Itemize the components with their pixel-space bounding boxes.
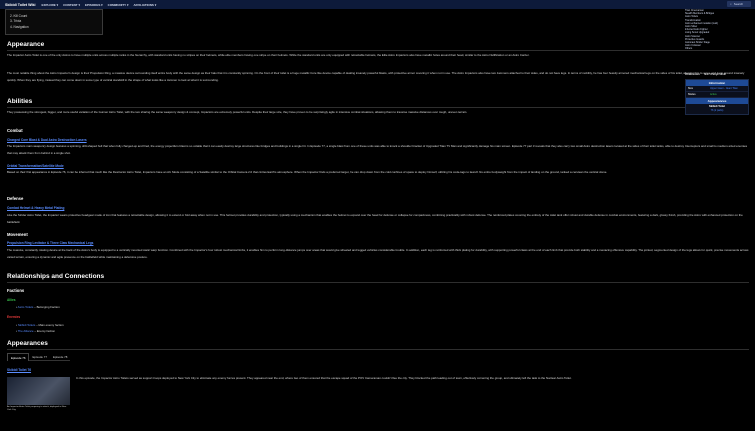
sidebar-tabs: Weaknesses Skin Change Mode [683,73,755,76]
image-caption: An Impactor Astro Toilet preparing to at… [7,406,67,411]
ally-relation: – Belonging Faction [33,305,60,309]
list-item: • The Alliance – Enemy faction [16,328,56,333]
section-heading-relationships: Relationships and Connections [7,273,105,280]
right-sidebar: Titan Cinemaman Stealth Members & Bridge… [683,9,755,431]
enemy-link[interactable]: Skibidi Toilets [18,323,35,327]
paragraph: The Impactors main weaponry design featu… [7,144,748,155]
top-navigation-bar: Skibidi Toilet Wiki EXPLORE ▾ CONTENT ▾ … [0,0,755,9]
paragraph: They possessing the strongest, bigger, a… [7,110,468,114]
sidebar-link-list: Titan Cinemaman Stealth Members & Bridge… [685,9,751,51]
divider [7,50,749,51]
heading-orbital-transformation[interactable]: Orbital Transformation/Satellite Mode [7,164,64,168]
infobox-key: Status [688,93,696,96]
nav-explore[interactable]: EXPLORE ▾ [41,3,58,7]
heading-charged-core-blast[interactable]: Charged Core Blast & Dual Astro Destruct… [7,138,87,142]
paragraph: The massive, constantly rotating device … [7,248,749,259]
allies-label: Allies [7,298,16,302]
paragraph: The most notable thing about the Astro I… [7,71,745,82]
enemy-link[interactable]: The Alliance [18,329,34,333]
divider [7,282,749,283]
search-icon: ⌕ [730,2,732,6]
divider [7,349,749,350]
section-heading-appearance: Appearance [7,41,45,48]
paragraph: In this episode, the Impactor Astro Toil… [76,376,572,380]
nav-episodes[interactable]: EPISODES ▾ [85,3,103,7]
enemy-relation: – Enemy faction [33,328,56,333]
subsection-heading-movement: Movement [7,232,28,237]
list-item: • Astro Toilets – Belonging Faction [16,305,60,309]
section-heading-appearances: Appearances [7,340,48,347]
infobox-value[interactable]: Upper Giant - Giant Titan [710,87,738,90]
enemies-label: Enemies [7,315,21,319]
ally-link[interactable]: Astro Toilets [18,305,34,309]
top-nav: EXPLORE ▾ CONTENT ▾ EPISODES ▾ COMMUNITY… [41,3,156,7]
allies-list: • Astro Toilets – Belonging Faction [16,305,60,309]
table-of-contents: 2. Kill Count 3. Trivia 4. Navigation [5,9,103,35]
infobox-value: Active [710,93,717,96]
infobox-key: Size [688,87,694,90]
wiki-logo[interactable]: Skibidi Toilet Wiki [5,3,35,7]
appearances-tabs: Episode 76 Episode 77 Episode 78 [7,353,71,361]
sidebar-link[interactable]: Others [685,47,751,50]
enemies-list: • Skibidi Toilets – Main enemy faction •… [16,323,64,334]
search-box[interactable]: ⌕ Search [727,1,751,7]
nav-affiliations[interactable]: AFFILIATIONS ▾ [133,3,156,7]
paragraph: The Impactor Astro Toilet is one of the … [7,53,530,57]
article-content: 2. Kill Count 3. Trivia 4. Navigation Ap… [0,9,749,431]
tab-episode-77[interactable]: Episode 77 [29,353,50,361]
paragraph: Like the Strider Astro Toilet, the Impac… [7,213,743,224]
section-heading-abilities: Abilities [7,98,33,105]
heading-propulsion-ring[interactable]: Propulsion Ring Levitator & Three Claw M… [7,241,93,245]
tab-episode-76[interactable]: Episode 76 [7,353,30,361]
toc-item[interactable]: 2. Kill Count [10,14,98,18]
infobox-first-episode[interactable]: 76 (2 parts) [686,109,748,114]
nav-content[interactable]: CONTENT ▾ [63,3,80,7]
tab-episode-78[interactable]: Episode 78 [49,353,71,361]
paragraph: Based on their first appearance in Episo… [7,170,608,174]
infobox: Information Size Upper Giant - Giant Tit… [685,79,749,115]
enemy-relation: – Main enemy faction [35,323,64,327]
toc-item[interactable]: 4. Navigation [10,25,98,29]
subsection-heading-factions: Factions [7,288,25,293]
tab-skin-change[interactable]: Skin Change Mode [704,73,726,76]
episode-screenshot-image[interactable] [7,377,70,405]
toc-item[interactable]: 3. Trivia [10,19,98,23]
heading-combat-helmet[interactable]: Combat Helmet & Heavy Metal Plating [7,206,64,210]
search-label: Search [733,2,744,6]
tab-weaknesses[interactable]: Weaknesses [685,73,700,76]
divider [7,107,749,108]
heading-episode-76[interactable]: Skibidi Toilet 76 [7,368,31,372]
subsection-heading-combat: Combat [7,128,23,133]
subsection-heading-defense: Defense [7,196,24,201]
nav-community[interactable]: COMMUNITY ▾ [108,3,129,7]
